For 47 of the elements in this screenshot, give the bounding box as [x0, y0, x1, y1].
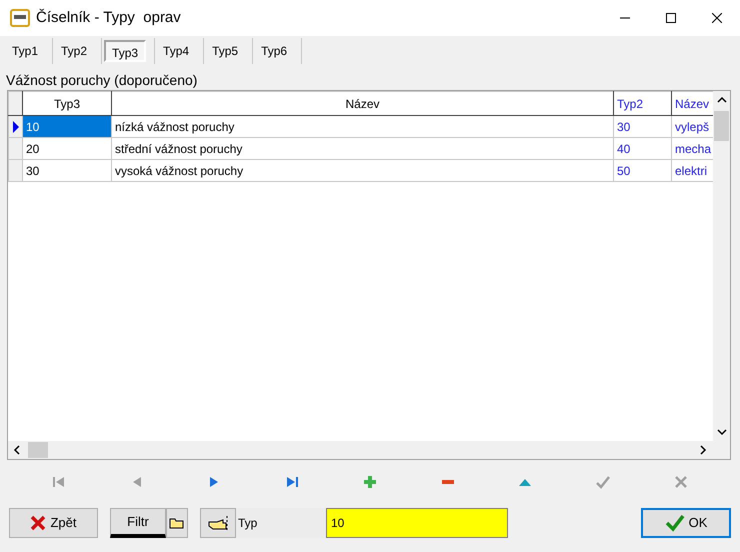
- confirm-icon: [596, 475, 610, 489]
- table-cell: 30: [614, 116, 672, 138]
- back-button[interactable]: Zpět: [9, 508, 98, 538]
- checkmark-icon: [664, 514, 685, 532]
- tab[interactable]: Typ1: [6, 40, 44, 62]
- scroll-thumb[interactable]: [28, 442, 48, 458]
- tab[interactable]: Typ2: [55, 40, 94, 62]
- hand-pointer-button[interactable]: [200, 508, 236, 538]
- scroll-thumb[interactable]: [714, 111, 729, 141]
- table-cell: střední vážnost poruchy: [112, 138, 614, 160]
- row-pointer-icon: [12, 120, 20, 132]
- horizontal-scrollbar[interactable]: [8, 441, 730, 459]
- table-cell: nízká vážnost poruchy: [112, 116, 614, 138]
- close-icon: [712, 13, 722, 23]
- maximize-icon: [666, 13, 676, 23]
- chevron-left-icon: [12, 445, 22, 455]
- table-cell: 30: [22, 160, 112, 182]
- app-icon: [10, 9, 30, 27]
- vertical-scrollbar[interactable]: [713, 91, 730, 441]
- ok-button[interactable]: OK: [641, 508, 731, 538]
- tab[interactable]: Typ3: [104, 40, 146, 62]
- type-field[interactable]: 10: [326, 508, 508, 538]
- cancel-icon: [674, 475, 688, 489]
- add-icon: [362, 475, 377, 489]
- column-header[interactable]: Typ2: [614, 92, 672, 116]
- chevron-right-icon: [698, 445, 708, 455]
- table-cell: 10: [22, 116, 112, 138]
- hand-pointer-icon: [207, 515, 229, 531]
- folder-icon: [169, 517, 185, 529]
- tab[interactable]: Typ4: [157, 40, 196, 62]
- filter-button[interactable]: Filtr: [110, 508, 166, 538]
- tab[interactable]: Typ6: [255, 40, 294, 62]
- window-title: Číselník - Typy oprav: [36, 8, 181, 28]
- table-cell: 50: [614, 160, 672, 182]
- tab[interactable]: Typ5: [206, 40, 244, 62]
- last-record-icon: [285, 475, 300, 489]
- section-title: Vážnost poruchy (doporučeno): [5, 71, 198, 90]
- column-header[interactable]: Název: [112, 92, 614, 116]
- chevron-down-icon: [716, 427, 726, 437]
- chevron-up-icon: [716, 95, 726, 105]
- field-label: Typ: [236, 508, 326, 538]
- first-record-icon: [52, 475, 66, 489]
- table-cell: 20: [22, 138, 112, 160]
- table-cell: vysoká vážnost poruchy: [112, 160, 614, 182]
- folder-button[interactable]: [166, 508, 188, 538]
- cross-icon: [30, 515, 46, 531]
- table-cell: 40: [614, 138, 672, 160]
